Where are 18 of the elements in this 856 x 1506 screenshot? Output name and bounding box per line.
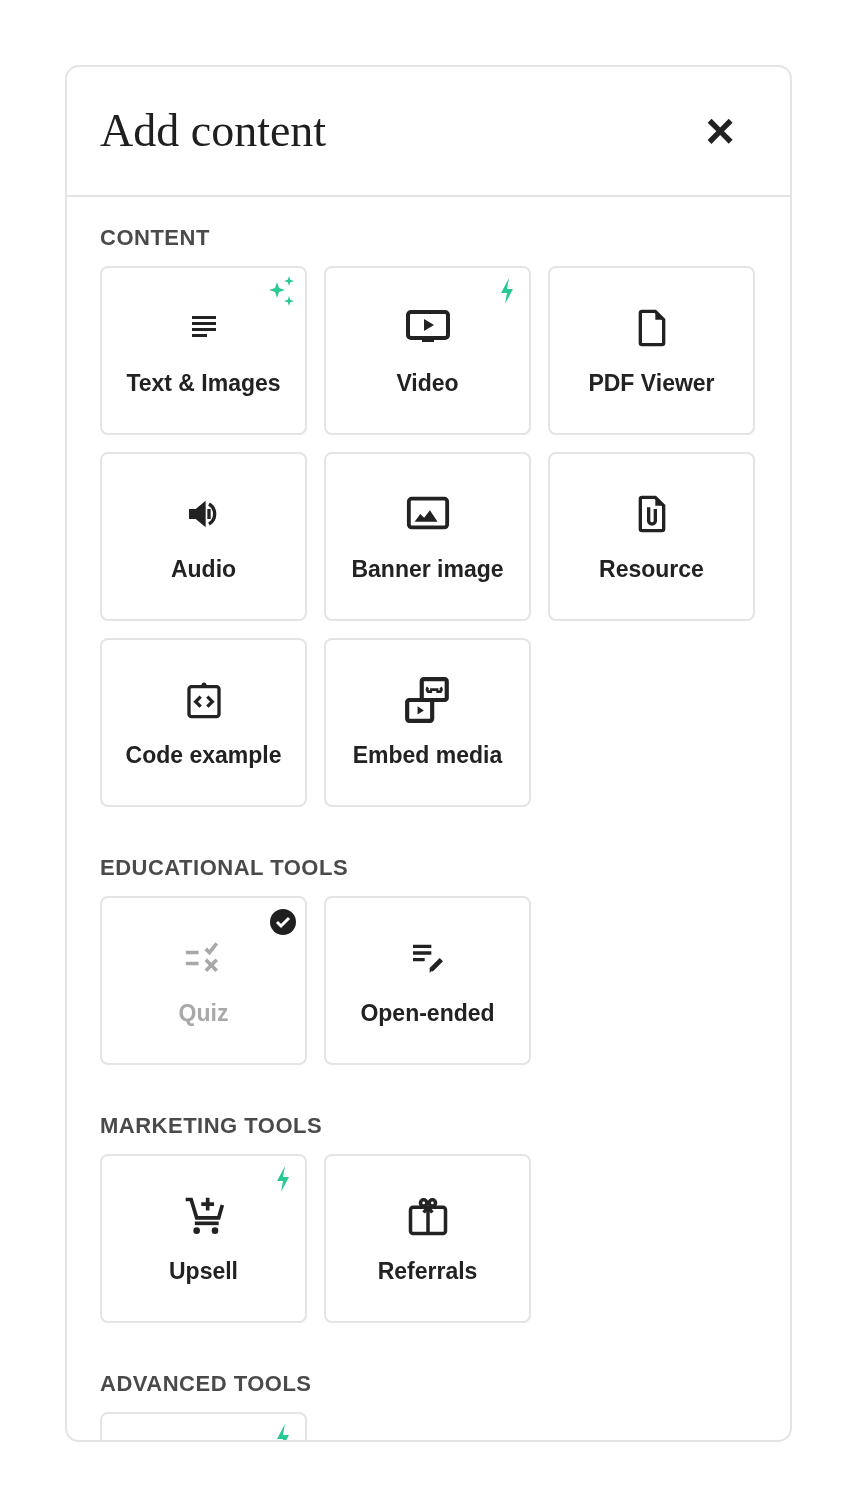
content-type-card[interactable]: Banner image — [324, 452, 531, 621]
content-type-card[interactable]: Embed media — [324, 638, 531, 807]
section-heading: ADVANCED TOOLS — [100, 1373, 313, 1395]
content-type-card[interactable]: Video — [324, 266, 531, 435]
close-button[interactable]: × — [700, 111, 740, 151]
gift-icon — [406, 1196, 449, 1236]
section-heading: MARKETING TOOLS — [100, 1115, 324, 1137]
section-heading: EDUCATIONAL TOOLS — [100, 857, 350, 879]
content-type-card[interactable]: Open-ended — [324, 896, 531, 1065]
content-type-card[interactable]: Upsell — [100, 1154, 307, 1323]
content-type-card[interactable]: Resource — [548, 452, 755, 621]
section-heading: CONTENT — [100, 227, 211, 249]
content-type-card[interactable]: Text & Images — [100, 266, 307, 435]
content-type-card[interactable]: PDF Viewer — [548, 266, 755, 435]
content-type-card[interactable]: Code example — [100, 638, 307, 807]
dialog-title: Add content — [100, 108, 327, 154]
content-type-card[interactable]: Audio — [100, 452, 307, 621]
content-type-card[interactable]: Referrals — [324, 1154, 531, 1323]
